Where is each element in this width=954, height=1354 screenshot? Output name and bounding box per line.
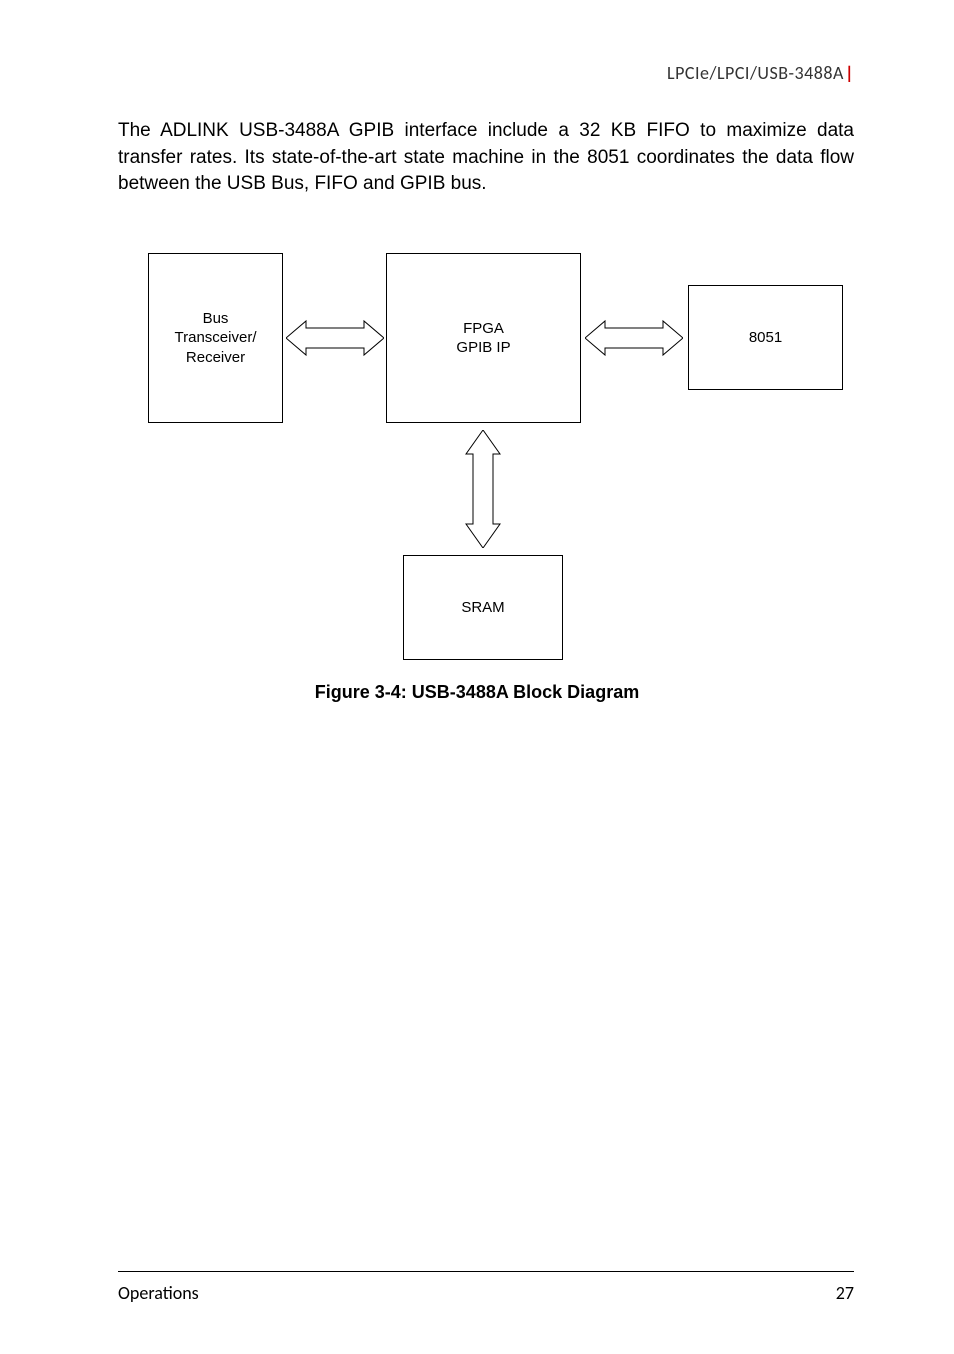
body-paragraph: The ADLINK USB-3488A GPIB interface incl…: [118, 118, 854, 198]
block-sram-label: SRAM: [461, 598, 504, 618]
product-line-text: LPCIe/LPCI/USB-3488A: [667, 62, 844, 84]
footer-page-number: 27: [836, 1282, 854, 1304]
block-sram: SRAM: [403, 555, 563, 660]
arrow-transceiver-fpga: [286, 313, 384, 363]
block-8051: 8051: [688, 285, 843, 390]
block-fpga: FPGAGPIB IP: [386, 253, 581, 423]
page-header: LPCIe/LPCI/USB-3488A|: [667, 62, 854, 84]
arrow-fpga-sram: [458, 430, 508, 548]
arrow-fpga-8051: [585, 313, 683, 363]
block-8051-label: 8051: [749, 328, 782, 348]
footer-divider: [118, 1271, 854, 1272]
footer-section-name: Operations: [118, 1282, 199, 1304]
block-bus-transceiver: BusTransceiver/Receiver: [148, 253, 283, 423]
block-bus-transceiver-label: BusTransceiver/Receiver: [175, 309, 257, 368]
figure-caption: Figure 3-4: USB-3488A Block Diagram: [0, 682, 954, 703]
block-diagram: BusTransceiver/Receiver FPGAGPIB IP 8051…: [118, 245, 858, 675]
header-accent-bar: |: [845, 62, 854, 84]
block-fpga-label: FPGAGPIB IP: [456, 319, 510, 358]
